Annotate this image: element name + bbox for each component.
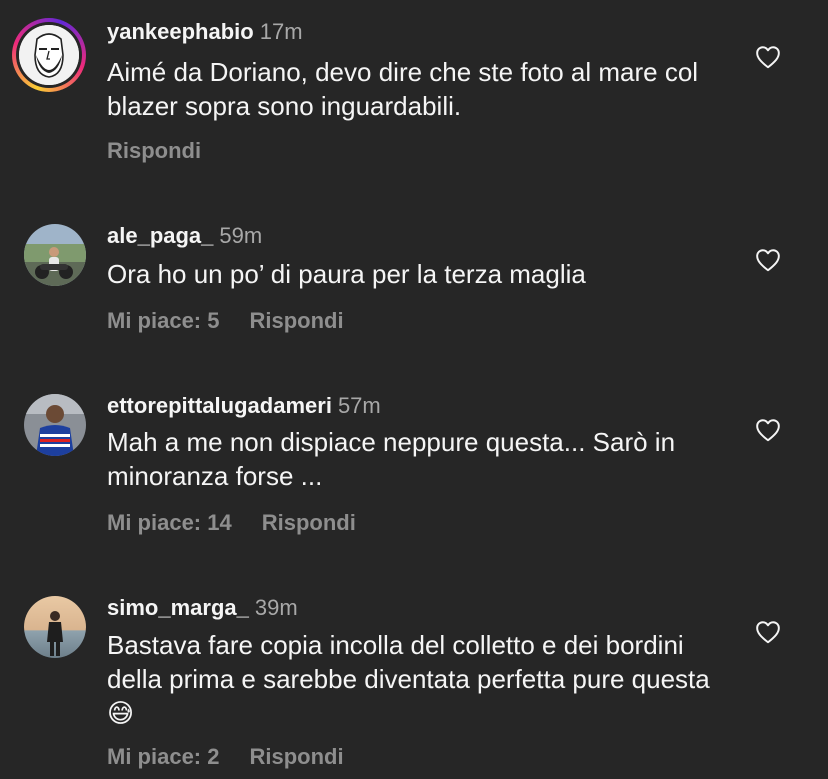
reply-button[interactable]: Rispondi [107, 138, 201, 163]
heart-outline-icon[interactable] [755, 248, 781, 272]
comment-text: Bastava fare copia incolla del colletto … [107, 630, 710, 728]
username[interactable]: ale_paga_ [107, 223, 213, 248]
comments-list: yankeephabio 17m Aimé da Doriano, devo di… [0, 0, 828, 779]
timestamp: 17m [259, 19, 303, 44]
timestamp: 39m [254, 595, 298, 620]
comment-actions: Mi piace: 5 Rispondi [107, 307, 344, 335]
comment-header: ale_paga_ 59m [107, 222, 262, 250]
avatar[interactable] [12, 18, 86, 92]
avatar[interactable] [24, 394, 86, 456]
comment-actions: Mi piace: 2 Rispondi [107, 743, 344, 771]
username[interactable]: simo_marga_ [107, 595, 249, 620]
likes-count[interactable]: Mi piace: 14 [107, 510, 232, 535]
comment-actions: Rispondi [107, 137, 201, 165]
heart-outline-icon[interactable] [755, 45, 781, 69]
reply-button[interactable]: Rispondi [262, 510, 356, 535]
timestamp: 57m [337, 393, 381, 418]
likes-count[interactable]: Mi piace: 5 [107, 308, 219, 333]
username[interactable]: ettorepittalugadameri [107, 393, 332, 418]
comment-text: Ora ho un po’ di paura per la terza magl… [107, 259, 586, 289]
timestamp: 59m [219, 223, 263, 248]
comment-text: Aimé da Doriano, devo dire che ste foto … [107, 57, 699, 121]
username[interactable]: yankeephabio [107, 19, 254, 44]
comment-header: simo_marga_ 39m [107, 594, 298, 622]
avatar[interactable] [24, 224, 86, 286]
heart-outline-icon[interactable] [755, 620, 781, 644]
comment-header: ettorepittalugadameri 57m [107, 392, 381, 420]
avatar[interactable] [24, 596, 86, 658]
likes-count[interactable]: Mi piace: 2 [107, 744, 219, 769]
reply-button[interactable]: Rispondi [249, 308, 343, 333]
comment-text: Mah a me non dispiace neppure questa... … [107, 427, 676, 491]
comment-header: yankeephabio 17m [107, 18, 303, 46]
comment-actions: Mi piace: 14 Rispondi [107, 509, 356, 537]
heart-outline-icon[interactable] [755, 418, 781, 442]
reply-button[interactable]: Rispondi [249, 744, 343, 769]
